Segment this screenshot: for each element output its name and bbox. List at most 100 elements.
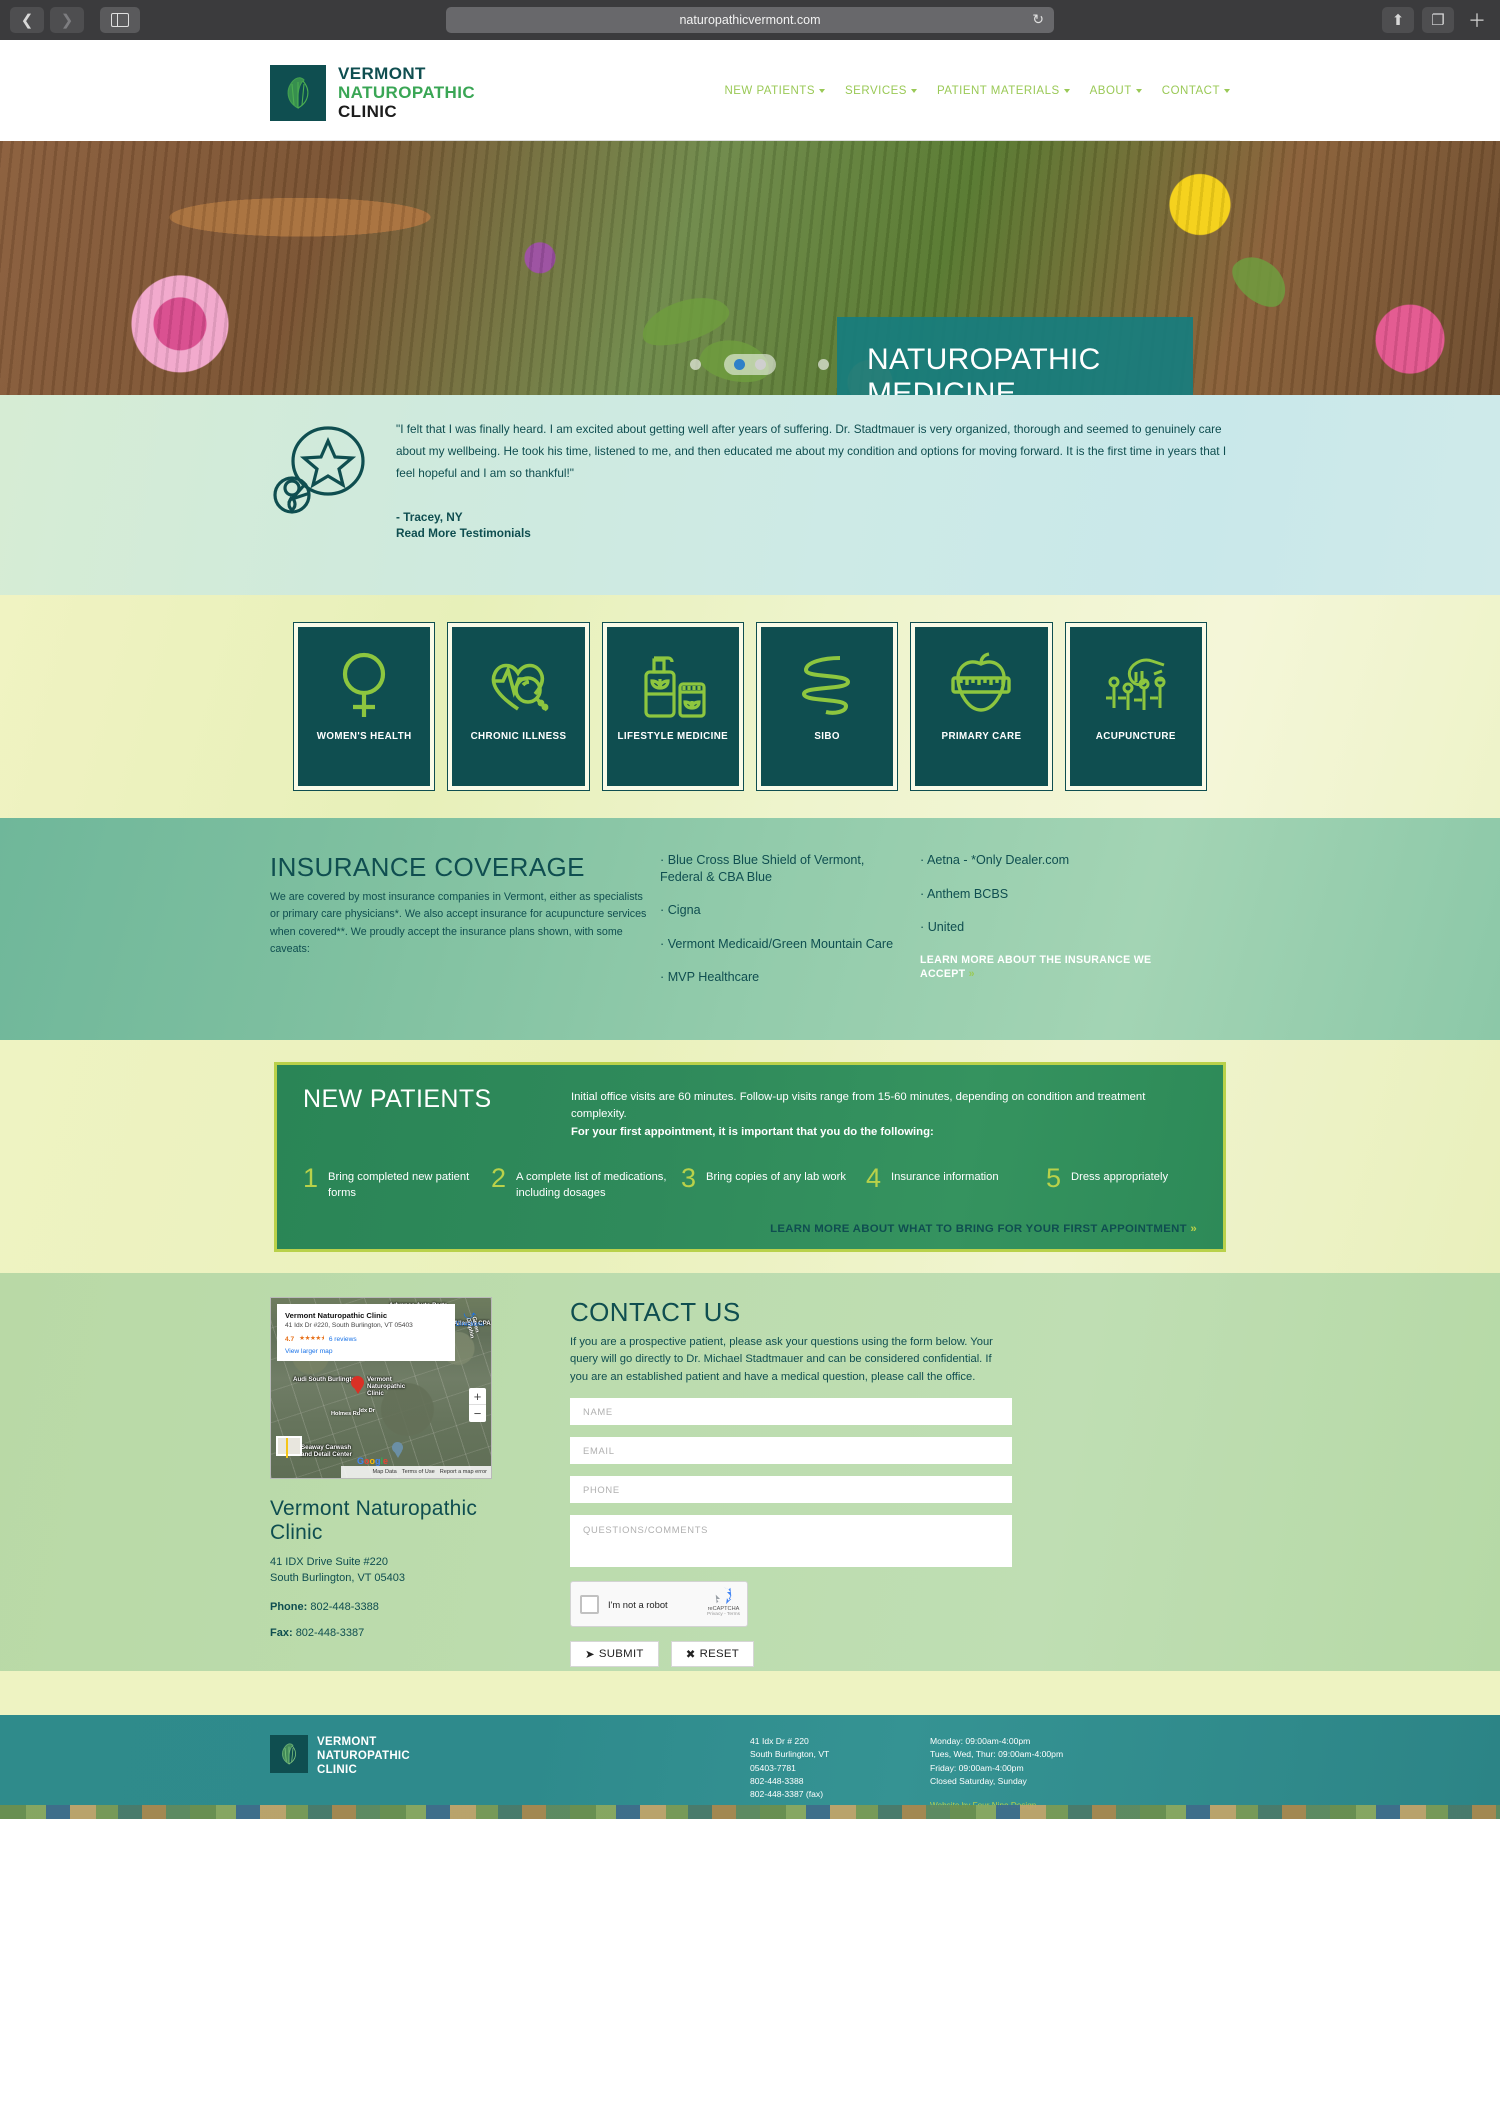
ginkgo-leaf-icon — [270, 64, 326, 121]
services-section: WOMEN'S HEALTH CHRONIC ILLNESS LIFESTYLE… — [0, 595, 1500, 818]
view-larger-map-link[interactable]: View larger map — [285, 1348, 447, 1355]
map-zoom-out-button[interactable]: − — [469, 1405, 486, 1422]
footer-address: 41 Idx Dr # 220 South Burlington, VT 054… — [750, 1735, 930, 1813]
apple-measuring-tape-icon — [945, 649, 1017, 721]
forward-button[interactable]: ❯ — [50, 7, 84, 33]
phone-input-placeholder: PHONE — [583, 1484, 620, 1496]
tabs-button[interactable]: ❐ — [1422, 7, 1454, 33]
map-marker-poi[interactable] — [392, 1442, 403, 1458]
site-footer: VERMONT NATUROPATHIC CLINIC 41 Idx Dr # … — [0, 1715, 1500, 1819]
google-map-embed[interactable]: Advance Auto Parts Carpenter Allan W CPA… — [270, 1297, 492, 1479]
reset-label: RESET — [699, 1648, 740, 1661]
insurance-plan-item: · Blue Cross Blue Shield of Vermont, Fed… — [660, 853, 865, 884]
service-tile-label: ACUPUNCTURE — [1095, 731, 1176, 742]
address-line-2: South Burlington, VT 05403 — [270, 1571, 405, 1584]
reload-icon[interactable]: ↻ — [1032, 11, 1044, 28]
address-line-1: 41 IDX Drive Suite #220 — [270, 1556, 389, 1568]
nav-label: NEW PATIENTS — [724, 84, 816, 97]
browser-actions: ⬆ ❐ ＋ — [1382, 7, 1492, 33]
footer-hours-line: Monday: 09:00am-4:00pm — [930, 1736, 1031, 1746]
phone-input[interactable]: PHONE — [570, 1476, 1012, 1504]
map-type-thumbnail[interactable] — [276, 1436, 302, 1458]
nav-label: PATIENT MATERIALS — [936, 84, 1060, 97]
site-logo[interactable]: VERMONT NATUROPATHIC CLINIC — [270, 60, 475, 121]
new-patients-step: 4 Insurance information — [866, 1164, 1046, 1201]
double-chevron-icon: » — [1190, 1222, 1197, 1235]
map-pin-label: Vermont Naturopathic Clinic — [367, 1376, 406, 1398]
directions-arrow-icon: ⤻ — [463, 1308, 477, 1322]
insurance-plan-item: · United — [920, 920, 965, 935]
step-number: 1 — [303, 1163, 319, 1193]
footer-hours-line: Tues, Wed, Thur: 09:00am-4:00pm — [930, 1749, 1064, 1760]
nav-item-patient-materials[interactable]: PATIENT MATERIALS — [937, 85, 1070, 97]
new-patients-desc-1: Initial office visits are 60 minutes. Fo… — [571, 1090, 1146, 1121]
recaptcha-terms[interactable]: Privacy - Terms — [707, 1612, 740, 1617]
close-x-icon: ✖ — [685, 1649, 696, 1662]
new-patients-learn-more-link[interactable]: LEARN MORE ABOUT WHAT TO BRING FOR YOUR … — [770, 1223, 1197, 1235]
recaptcha-checkbox[interactable] — [580, 1594, 599, 1614]
slider-dot-1[interactable] — [734, 359, 745, 370]
map-zoom-in-button[interactable]: + — [469, 1388, 486, 1405]
nav-item-services[interactable]: SERVICES — [845, 85, 917, 97]
map-poi-label: Audi South Burlington — [293, 1376, 359, 1383]
submit-button[interactable]: ➤ SUBMIT — [570, 1641, 659, 1668]
directions-label: Directions — [455, 1321, 484, 1328]
footer-logo[interactable]: VERMONT NATUROPATHIC CLINIC — [270, 1735, 750, 1813]
new-tab-button[interactable]: ＋ — [1462, 7, 1492, 33]
read-more-testimonials-link[interactable]: Read More Testimonials — [396, 526, 1230, 540]
service-tile-lifestyle-medicine[interactable]: LIFESTYLE MEDICINE — [601, 622, 744, 791]
sidebar-toggle-button[interactable] — [100, 7, 140, 33]
new-patients-learn-more-label: LEARN MORE ABOUT WHAT TO BRING FOR YOUR … — [770, 1222, 1187, 1235]
step-number: 2 — [491, 1163, 507, 1193]
nav-item-about[interactable]: ABOUT — [1090, 85, 1142, 97]
contact-blurb: If you are a prospective patient, please… — [570, 1336, 993, 1383]
reset-button[interactable]: ✖ RESET — [670, 1641, 755, 1668]
map-marker-clinic[interactable] — [351, 1376, 364, 1394]
email-input[interactable]: EMAIL — [570, 1437, 1012, 1465]
service-tile-acupuncture[interactable]: ACUPUNCTURE — [1064, 622, 1207, 791]
new-patients-step: 2 A complete list of medications, includ… — [491, 1163, 681, 1201]
recaptcha-widget[interactable]: I'm not a robot reCAPTCHA Privacy - Term… — [570, 1581, 748, 1628]
address-bar[interactable]: naturopathicvermont.com ↻ — [446, 7, 1054, 33]
logo-line-3: CLINIC — [338, 102, 398, 122]
slider-dot-outer-right[interactable] — [818, 359, 829, 370]
recaptcha-icon — [713, 1586, 734, 1605]
recaptcha-label: I'm not a robot — [608, 1598, 668, 1610]
chevron-down-icon — [910, 88, 917, 93]
web-page: VERMONT NATUROPATHIC CLINIC NEW PATIENTS… — [0, 40, 1500, 1819]
map-road-label: Holmes Rd — [331, 1411, 361, 1417]
nav-item-contact[interactable]: CONTACT — [1162, 85, 1230, 97]
nav-item-new-patients[interactable]: NEW PATIENTS — [724, 84, 826, 97]
step-number: 3 — [681, 1163, 697, 1193]
acupuncture-needles-icon — [1100, 649, 1172, 721]
service-tile-chronic-illness[interactable]: CHRONIC ILLNESS — [447, 622, 590, 791]
service-tile-sibo[interactable]: SIBO — [755, 622, 899, 791]
map-reviews-link[interactable]: 6 reviews — [329, 1336, 357, 1343]
service-tile-womens-health[interactable]: WOMEN'S HEALTH — [292, 622, 436, 791]
insurance-plan-item: · Anthem BCBS — [920, 886, 1009, 901]
slider-dot-2[interactable] — [755, 359, 766, 370]
insurance-learn-more-link[interactable]: LEARN MORE ABOUT THE INSURANCE WE ACCEPT… — [920, 953, 1190, 982]
footer-address-line: 802-448-3387 (fax) — [750, 1789, 824, 1800]
chevron-down-icon — [819, 88, 826, 93]
slider-dot-outer-left[interactable] — [690, 359, 701, 370]
intestine-icon — [794, 649, 860, 721]
service-tile-primary-care[interactable]: PRIMARY CARE — [910, 622, 1053, 791]
map-terms-link[interactable]: Terms of Use — [402, 1469, 435, 1475]
name-input[interactable]: NAME — [570, 1398, 1012, 1426]
step-number: 5 — [1046, 1163, 1062, 1193]
hero-caption: NATUROPATHIC MEDICINE Naturopathic medic… — [837, 317, 1193, 395]
map-directions-button[interactable]: ⤻ Directions — [456, 1309, 484, 1328]
fax-value: 802-448-3387 — [295, 1626, 365, 1639]
hero-title: NATUROPATHIC MEDICINE — [867, 343, 1101, 395]
footer-hours-line: Friday: 09:00am-4:00pm — [930, 1762, 1024, 1773]
map-report-link[interactable]: Report a map error — [440, 1469, 487, 1475]
clinic-fax: Fax: 802-448-3387 — [270, 1627, 492, 1639]
back-button[interactable]: ❮ — [10, 7, 44, 33]
browser-toolbar: ❮ ❯ naturopathicvermont.com ↻ ⬆ ❐ ＋ — [0, 0, 1500, 40]
step-text: Bring completed new patient forms — [328, 1171, 470, 1200]
questions-comments-textarea[interactable]: QUESTIONS/COMMENTS — [570, 1515, 1012, 1568]
share-button[interactable]: ⬆ — [1382, 7, 1414, 33]
step-text: Insurance information — [891, 1171, 999, 1183]
insurance-title: INSURANCE COVERAGE — [270, 852, 585, 882]
